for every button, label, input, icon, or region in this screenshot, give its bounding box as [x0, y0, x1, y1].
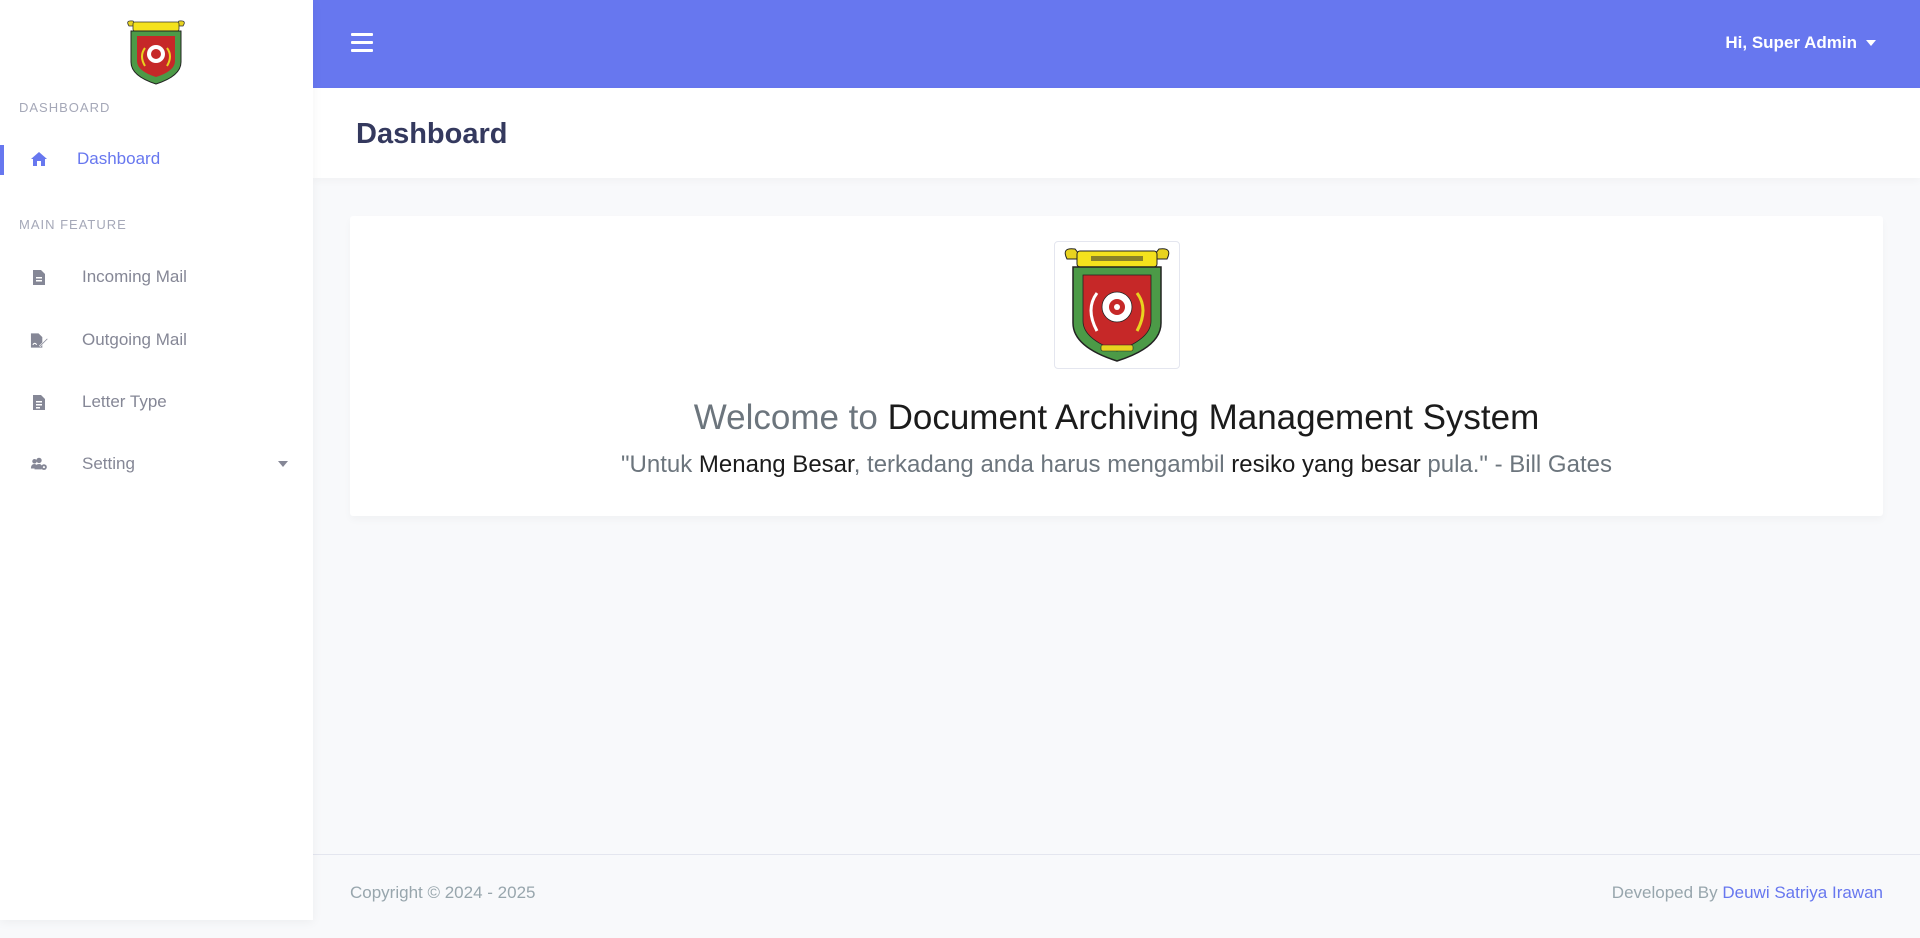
sidebar-item-incoming-mail[interactable]: Incoming Mail	[0, 257, 313, 297]
file-signature-icon	[30, 331, 48, 349]
kota-samarinda-emblem-icon[interactable]	[123, 18, 189, 86]
sidebar-item-label: Dashboard	[77, 149, 161, 168]
developer-credit: Developed By Deuwi Satriya Irawan	[1612, 883, 1883, 903]
sidebar-item-label: Outgoing Mail	[82, 330, 187, 349]
chevron-down-icon	[1866, 40, 1876, 46]
topbar: Hi, Super Admin	[313, 0, 1920, 88]
welcome-prefix: Welcome to	[693, 398, 888, 437]
users-cog-icon	[30, 455, 48, 473]
sidebar: DASHBOARD Dashboard MAIN FEATURE Incomin…	[0, 0, 313, 920]
sidebar-item-setting[interactable]: Setting	[0, 444, 313, 484]
file-alt-icon	[30, 393, 48, 411]
sidebar-item-label: Letter Type	[82, 392, 167, 411]
quote-part: , terkadang anda harus mengambil	[853, 451, 1232, 478]
sidebar-item-dashboard[interactable]: Dashboard	[0, 139, 313, 179]
system-name: Document Archiving Management System	[887, 398, 1540, 437]
sidebar-item-label: Setting	[82, 454, 135, 473]
developed-by-label: Developed By	[1611, 883, 1723, 902]
hamburger-icon[interactable]	[351, 33, 373, 53]
page-title: Dashboard	[356, 118, 508, 150]
quote-part: pula." - Bill Gates	[1420, 451, 1612, 478]
quote-part: "Untuk	[621, 451, 699, 478]
sidebar-item-label: Incoming Mail	[82, 267, 187, 286]
sidebar-heading-dashboard: DASHBOARD	[19, 100, 111, 115]
welcome-heading: Welcome to Document Archiving Management…	[350, 398, 1883, 438]
sidebar-item-letter-type[interactable]: Letter Type	[0, 382, 313, 422]
developer-link[interactable]: Deuwi Satriya Irawan	[1722, 883, 1883, 902]
footer: Copyright © 2024 - 2025 Developed By Deu…	[313, 854, 1920, 938]
chevron-down-icon	[278, 461, 288, 467]
home-icon	[30, 150, 48, 168]
kota-samarinda-emblem-icon	[1054, 241, 1180, 369]
motivational-quote: "Untuk Menang Besar, terkadang anda haru…	[350, 451, 1883, 479]
user-greeting: Hi, Super Admin	[1725, 33, 1857, 52]
quote-highlight: resiko yang besar	[1231, 451, 1421, 478]
welcome-card: Welcome to Document Archiving Management…	[350, 216, 1883, 516]
sidebar-heading-main-feature: MAIN FEATURE	[19, 217, 127, 232]
file-icon	[30, 268, 48, 286]
user-menu-dropdown[interactable]: Hi, Super Admin	[1725, 33, 1876, 53]
copyright-text: Copyright © 2024 - 2025	[350, 883, 536, 902]
page-header: Dashboard	[313, 88, 1920, 178]
sidebar-item-outgoing-mail[interactable]: Outgoing Mail	[0, 320, 313, 360]
quote-highlight: Menang Besar	[698, 451, 854, 478]
